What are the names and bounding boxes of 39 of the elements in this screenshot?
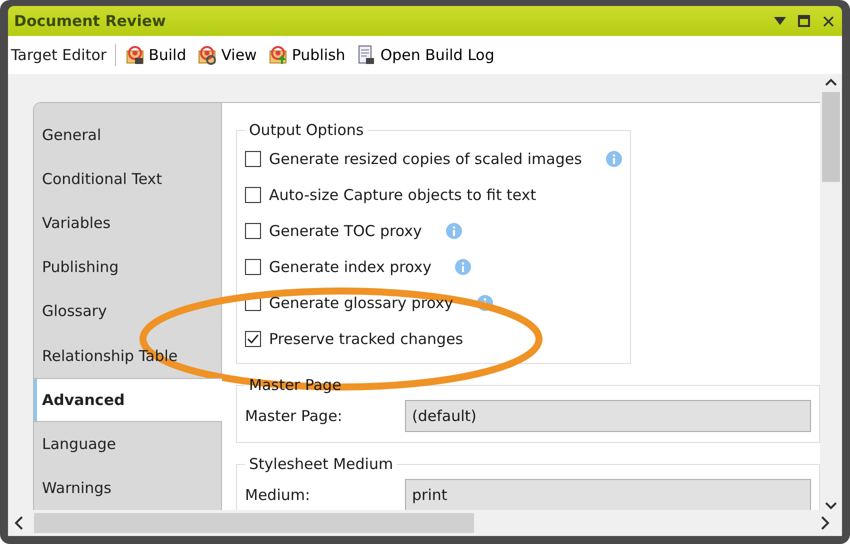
chevron-up-icon[interactable] [825,78,837,86]
toolbar-button[interactable]: Build [124,43,188,67]
tab[interactable]: Language [34,422,221,466]
dropdown-field[interactable]: (default) [405,400,811,432]
tab[interactable]: Conditional Text [34,157,221,202]
option-label: Generate index proxy [269,258,432,276]
tab[interactable]: Advanced [34,378,222,422]
toolbar-label: Target Editor [11,46,107,64]
checkbox[interactable] [245,151,261,167]
tab[interactable]: Glossary [34,289,221,334]
group-title: Stylesheet Medium [248,455,394,473]
checkbox[interactable] [245,259,261,275]
dropdown-field[interactable]: print [405,479,811,510]
maximize-button[interactable] [796,13,812,29]
field-label: Master Page: [245,407,344,425]
target-icon [126,45,146,65]
toolbar-button[interactable]: Open Build Log [355,43,496,67]
option-label: Preserve tracked changes [269,330,464,348]
option-label: Auto-size Capture objects to fit text [269,186,536,204]
tab[interactable]: Warnings [34,466,221,510]
target-icon [198,45,218,65]
tab[interactable]: Publishing [34,245,221,290]
option-label: Generate TOC proxy [269,222,422,240]
group-title: Output Options [248,121,365,139]
checkbox[interactable] [245,223,261,239]
checkbox[interactable] [245,331,261,347]
tab[interactable]: Variables [34,201,221,246]
chevron-down-icon[interactable] [825,502,837,510]
toolbar-button[interactable]: Publish [266,43,348,67]
option-label: Generate resized copies of scaled images [269,150,582,168]
toolbar-button[interactable]: View [196,43,259,67]
scroll-thumb[interactable] [822,92,840,182]
scroll-thumb[interactable] [34,513,474,533]
option-label: Generate glossary proxy [269,294,454,312]
checkbox[interactable] [245,187,261,203]
target-icon [268,45,289,65]
tab[interactable]: General [34,113,221,158]
field-label: Medium: [245,486,312,504]
window-title: Document Review [14,12,167,30]
